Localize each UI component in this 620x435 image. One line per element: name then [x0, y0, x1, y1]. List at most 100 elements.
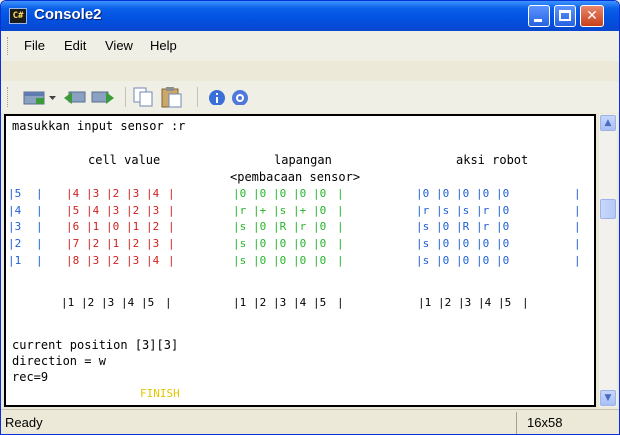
lapangan-cell: |+	[293, 204, 307, 217]
forward-icon[interactable]	[91, 89, 115, 105]
aksi-cell: |0	[436, 187, 450, 200]
aksi-cell: |0	[456, 254, 470, 267]
cell-value: |1	[126, 220, 140, 233]
column-number: |2	[253, 296, 267, 309]
grid-separator: |	[574, 254, 581, 267]
grid-separator: |	[337, 296, 344, 309]
column-number: |1	[61, 296, 75, 309]
grid-separator: |	[168, 254, 175, 267]
grid-separator: |	[574, 187, 581, 200]
aksi-cell: |0	[496, 187, 510, 200]
cell-value: |7	[66, 237, 80, 250]
console-dimensions: 16x58	[527, 415, 563, 430]
grid-separator: |	[337, 254, 344, 267]
lapangan-cell: |+	[253, 204, 267, 217]
minimize-icon	[534, 19, 542, 22]
minimize-button[interactable]	[528, 5, 550, 27]
aksi-cell: |0	[476, 254, 490, 267]
aksi-cell: |0	[436, 254, 450, 267]
aksi-cell: |R	[456, 220, 470, 233]
scroll-up-button[interactable]: ▲	[600, 115, 616, 131]
lapangan-cell: |0	[273, 187, 287, 200]
column-number: |2	[81, 296, 95, 309]
cell-value: |3	[86, 187, 100, 200]
aksi-cell: |0	[436, 220, 450, 233]
cell-value: |4	[146, 254, 160, 267]
help-icon[interactable]	[231, 89, 249, 105]
close-icon: ✕	[586, 8, 598, 24]
cell-value: |4	[66, 187, 80, 200]
lapangan-cell: |0	[313, 187, 327, 200]
aksi-cell: |0	[416, 187, 430, 200]
column-number: |5	[313, 296, 327, 309]
finish-label: FINISH	[140, 387, 180, 400]
aksi-cell: |0	[456, 187, 470, 200]
close-button[interactable]: ✕	[580, 5, 604, 27]
menu-view[interactable]: View	[105, 38, 133, 53]
grid-separator: |	[168, 204, 175, 217]
window-title: Console2	[34, 6, 102, 23]
new-tab-icon[interactable]	[23, 89, 47, 105]
back-icon[interactable]	[63, 89, 87, 105]
row-label: |4	[8, 204, 22, 217]
column-number: |5	[498, 296, 512, 309]
aksi-cell: |r	[476, 204, 490, 217]
aksi-cell: |s	[456, 204, 470, 217]
cell-value: |1	[106, 237, 120, 250]
scroll-thumb[interactable]	[600, 199, 616, 219]
lapangan-cell: |0	[293, 187, 307, 200]
menu-grip[interactable]	[7, 37, 11, 55]
toolbar-grip[interactable]	[7, 87, 11, 107]
info-icon[interactable]	[208, 89, 226, 105]
dropdown-arrow-icon[interactable]	[49, 89, 57, 105]
aksi-cell: |0	[436, 237, 450, 250]
lapangan-cell: |0	[293, 254, 307, 267]
copy-icon[interactable]	[133, 87, 155, 107]
cell-value: |2	[126, 237, 140, 250]
title-bar[interactable]: C# Console2 ✕	[1, 1, 619, 31]
grid-separator: |	[168, 220, 175, 233]
column-number: |2	[438, 296, 452, 309]
lapangan-cell: |0	[313, 254, 327, 267]
lapangan-cell: |s	[233, 237, 247, 250]
menu-help[interactable]: Help	[150, 38, 177, 53]
column-number: |3	[101, 296, 115, 309]
toolbar-separator	[197, 87, 198, 107]
menu-edit[interactable]: Edit	[64, 38, 86, 53]
vertical-scrollbar[interactable]: ▲ ▼	[599, 114, 617, 407]
grid-separator: |	[168, 237, 175, 250]
grid-separator: |	[36, 237, 43, 250]
paste-icon[interactable]	[161, 86, 183, 108]
lapangan-cell: |0	[233, 187, 247, 200]
lapangan-cell: |s	[233, 254, 247, 267]
cell-value: |1	[86, 220, 100, 233]
maximize-button[interactable]	[554, 5, 576, 27]
cell-value: |3	[106, 204, 120, 217]
row-label: |5	[8, 187, 22, 200]
cell-value: |8	[66, 254, 80, 267]
lapangan-cell: |0	[253, 187, 267, 200]
column-number: |4	[478, 296, 492, 309]
cell-value: |5	[66, 204, 80, 217]
aksi-cell: |s	[416, 254, 430, 267]
cell-value: |2	[146, 220, 160, 233]
cell-value: |2	[106, 254, 120, 267]
aksi-cell: |0	[496, 204, 510, 217]
aksi-robot-header: aksi robot	[456, 153, 529, 167]
console-output[interactable]: masukkan input sensor :r cell value lapa…	[4, 114, 596, 407]
lapangan-cell: |0	[273, 254, 287, 267]
console-app-icon: C#	[9, 8, 27, 24]
lapangan-cell: |0	[253, 220, 267, 233]
direction-line: direction = w	[12, 354, 106, 368]
grid-separator: |	[574, 204, 581, 217]
grid-separator: |	[168, 187, 175, 200]
grid-separator: |	[337, 237, 344, 250]
scroll-down-button[interactable]: ▼	[600, 390, 616, 406]
column-number: |3	[458, 296, 472, 309]
cell-value: |3	[126, 254, 140, 267]
lapangan-cell: |0	[313, 204, 327, 217]
lapangan-cell: |R	[273, 220, 287, 233]
aksi-cell: |0	[476, 237, 490, 250]
cell-value-header: cell value	[88, 153, 161, 167]
menu-file[interactable]: File	[24, 38, 45, 53]
